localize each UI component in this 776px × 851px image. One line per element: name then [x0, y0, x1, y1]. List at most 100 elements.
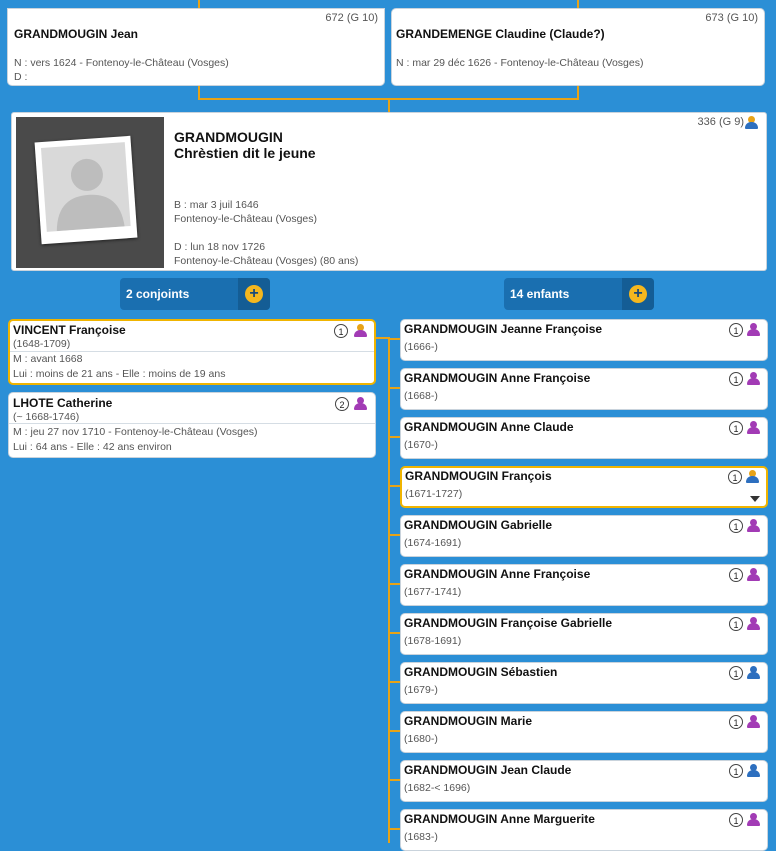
- spouse-name[interactable]: VINCENT Françoise: [13, 323, 126, 337]
- person-female-icon: [747, 519, 760, 532]
- person-gold-icon: [746, 470, 759, 483]
- children-count: 14 enfants: [510, 287, 570, 301]
- child-name[interactable]: GRANDMOUGIN Anne Claude: [404, 420, 574, 434]
- connector-tick: [388, 338, 400, 340]
- marriage-number-badge: 2: [335, 397, 349, 411]
- marriage-number-badge: 1: [728, 470, 742, 484]
- connector-tick: [388, 485, 400, 487]
- marriage-number-badge: 1: [729, 764, 743, 778]
- main-person-card: 336 (G 9) GRANDMOUGIN Chrèstien dit le j…: [11, 112, 767, 271]
- child-dates: (1683-): [404, 831, 438, 843]
- marriage-number-badge: 1: [729, 813, 743, 827]
- child-card[interactable]: GRANDMOUGIN Anne Marguerite (1683-) 1: [400, 809, 768, 851]
- child-dates: (1668-): [404, 390, 438, 402]
- photo-placeholder[interactable]: [16, 117, 164, 268]
- person-female-icon: [747, 323, 760, 336]
- parent-card-mother[interactable]: 673 (G 10) GRANDEMENGE Claudine (Claude?…: [391, 8, 765, 86]
- child-name[interactable]: GRANDMOUGIN François: [405, 469, 552, 483]
- child-name[interactable]: GRANDMOUGIN Anne Françoise: [404, 567, 590, 581]
- marriage-number-badge: 1: [729, 617, 743, 631]
- child-dates: (1682-< 1696): [404, 782, 471, 794]
- child-card[interactable]: GRANDMOUGIN Anne Françoise (1677-1741) 1: [400, 564, 768, 606]
- marriage-info: M : jeu 27 nov 1710 - Fontenoy-le-Châtea…: [13, 426, 258, 438]
- connector-tick: [388, 779, 400, 781]
- parent-name[interactable]: GRANDMOUGIN Jean: [14, 27, 138, 41]
- person-female-icon: [747, 715, 760, 728]
- child-name[interactable]: GRANDMOUGIN Marie: [404, 714, 532, 728]
- child-card[interactable]: GRANDMOUGIN François (1671-1727) 1: [400, 466, 768, 508]
- generation-number: 672 (G 10): [325, 12, 378, 24]
- connector-tick: [388, 681, 400, 683]
- add-child-button[interactable]: +: [622, 278, 654, 310]
- child-name[interactable]: GRANDMOUGIN Jean Claude: [404, 763, 571, 777]
- death-date: D : lun 18 nov 1726: [174, 241, 266, 253]
- connector-tick: [388, 730, 400, 732]
- children-connector-line: [388, 337, 390, 843]
- parent-name[interactable]: GRANDEMENGE Claudine (Claude?): [396, 27, 605, 41]
- birth-place: Fontenoy-le-Château (Vosges): [174, 213, 317, 225]
- person-female-icon: [747, 568, 760, 581]
- marriage-info: M : avant 1668: [13, 353, 83, 365]
- spouses-header: 2 conjoints +: [120, 278, 270, 310]
- marriage-number-badge: 1: [729, 666, 743, 680]
- parent-card-father[interactable]: 672 (G 10) GRANDMOUGIN Jean N : vers 162…: [7, 8, 385, 86]
- connector-tick: [388, 632, 400, 634]
- children-header: 14 enfants +: [504, 278, 654, 310]
- spouses-count: 2 conjoints: [126, 287, 190, 301]
- death-info: D :: [14, 71, 28, 83]
- spouse-dates: (1648-1709): [13, 338, 71, 350]
- spouse-name[interactable]: LHOTE Catherine: [13, 396, 112, 410]
- child-name[interactable]: GRANDMOUGIN Anne Marguerite: [404, 812, 595, 826]
- child-name[interactable]: GRANDMOUGIN Jeanne Françoise: [404, 322, 602, 336]
- add-spouse-button[interactable]: +: [238, 278, 270, 310]
- marriage-number-badge: 1: [729, 519, 743, 533]
- person-female-icon: [747, 421, 760, 434]
- marriage-number-badge: 1: [729, 372, 743, 386]
- expand-chevron-icon[interactable]: [750, 496, 760, 502]
- child-name[interactable]: GRANDMOUGIN Anne Françoise: [404, 371, 590, 385]
- child-name[interactable]: GRANDMOUGIN Gabrielle: [404, 518, 552, 532]
- connector-tick: [388, 828, 400, 830]
- divider: [10, 351, 374, 352]
- polaroid-frame: [34, 135, 138, 245]
- marriage-number-badge: 1: [729, 421, 743, 435]
- person-female-icon: [354, 397, 367, 410]
- connector-tick: [388, 436, 400, 438]
- main-person-lastname: GRANDMOUGIN: [174, 129, 283, 145]
- marriage-number-badge: 1: [729, 568, 743, 582]
- connector-line: [388, 98, 390, 112]
- spouse-card[interactable]: VINCENT Françoise 1 (1648-1709) M : avan…: [8, 319, 376, 385]
- spouse-card[interactable]: LHOTE Catherine 2 (~ 1668-1746) M : jeu …: [8, 392, 376, 458]
- child-dates: (1674-1691): [404, 537, 462, 549]
- child-card[interactable]: GRANDMOUGIN Gabrielle (1674-1691) 1: [400, 515, 768, 557]
- child-card[interactable]: GRANDMOUGIN Jean Claude (1682-< 1696) 1: [400, 760, 768, 802]
- person-female-icon: [747, 617, 760, 630]
- child-card[interactable]: GRANDMOUGIN Sébastien (1679-) 1: [400, 662, 768, 704]
- marriage-ages: Lui : 64 ans - Elle : 42 ans environ: [13, 441, 172, 453]
- spouse-dates: (~ 1668-1746): [13, 411, 80, 423]
- person-female-icon: [747, 372, 760, 385]
- child-name[interactable]: GRANDMOUGIN Françoise Gabrielle: [404, 616, 612, 630]
- generation-number: 673 (G 10): [705, 12, 758, 24]
- child-card[interactable]: GRANDMOUGIN Anne Claude (1670-) 1: [400, 417, 768, 459]
- child-dates: (1666-): [404, 341, 438, 353]
- person-male-icon: [747, 764, 760, 777]
- marriage-ages: Lui : moins de 21 ans - Elle : moins de …: [13, 368, 226, 380]
- child-dates: (1671-1727): [405, 488, 463, 500]
- person-male-icon: [747, 666, 760, 679]
- child-name[interactable]: GRANDMOUGIN Sébastien: [404, 665, 557, 679]
- connector-tick: [388, 387, 400, 389]
- child-card[interactable]: GRANDMOUGIN Françoise Gabrielle (1678-169…: [400, 613, 768, 655]
- main-person-firstname: Chrèstien dit le jeune: [174, 145, 316, 161]
- child-card[interactable]: GRANDMOUGIN Jeanne Françoise (1666-) 1: [400, 319, 768, 361]
- birth-info: N : mar 29 déc 1626 - Fontenoy-le-Châtea…: [396, 57, 644, 69]
- child-dates: (1679-): [404, 684, 438, 696]
- child-card[interactable]: GRANDMOUGIN Marie (1680-) 1: [400, 711, 768, 753]
- person-gold-icon: [354, 324, 367, 337]
- person-gold-icon: [745, 116, 758, 129]
- child-dates: (1670-): [404, 439, 438, 451]
- death-place: Fontenoy-le-Château (Vosges) (80 ans): [174, 255, 359, 267]
- marriage-number-badge: 1: [729, 323, 743, 337]
- person-female-icon: [747, 813, 760, 826]
- child-card[interactable]: GRANDMOUGIN Anne Françoise (1668-) 1: [400, 368, 768, 410]
